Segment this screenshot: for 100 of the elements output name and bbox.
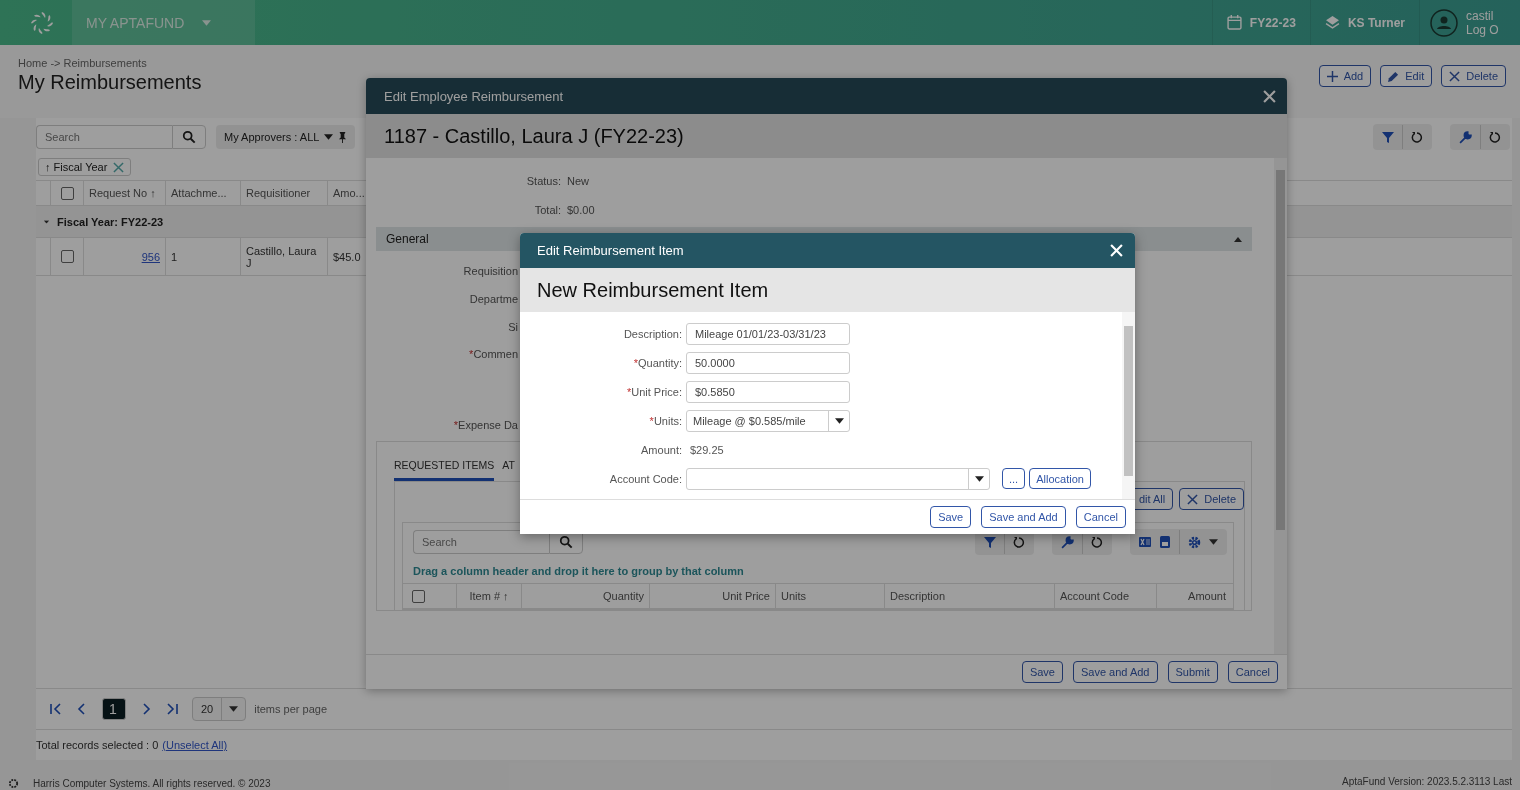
tab[interactable]: AT [502,455,515,481]
input-field[interactable]: 50.0000 [686,351,850,374]
page-size-select[interactable]: 20 [192,697,247,721]
scrollbar-thumb[interactable] [1276,170,1285,530]
field-label: *Commen [468,348,518,360]
select-field[interactable] [686,467,990,490]
calendar-icon [1226,15,1242,30]
field-label: Amount: [640,443,682,456]
column-header[interactable]: Request No ↑ [83,181,165,205]
caret-icon [229,706,239,712]
breadcrumb[interactable]: Home -> Reimbursements [18,57,202,69]
search-icon [559,535,573,549]
close-icon[interactable] [1110,244,1123,257]
search-button[interactable] [172,125,206,149]
copyright-text: Harris Computer Systems. All rights reserved. © 2023 [33,777,271,789]
expand-caret-icon[interactable] [43,219,50,224]
search-icon [182,130,196,144]
approvers-filter[interactable]: My Approvers : ALL [216,125,356,149]
page-button[interactable]: 1 [102,698,126,720]
dialog-heading: New Reimbursement Item [537,278,769,302]
dialog-button[interactable]: Cancel [1075,506,1126,528]
field-label: *Quantity: [632,356,682,369]
logout-link[interactable]: Log O [1466,22,1499,37]
add-button[interactable]: Add [1318,65,1372,87]
dialog-button[interactable]: Save and Add [981,506,1066,528]
pinwheel-logo-icon[interactable] [30,10,54,35]
pin-icon [338,131,348,143]
column-header[interactable]: Account Code [1054,584,1156,608]
scrollbar[interactable] [1122,312,1135,499]
caret-icon [202,19,212,26]
refresh-icon [1489,131,1501,143]
column-header[interactable]: Quantity [521,584,649,608]
field-label: Account Code: [608,472,682,485]
column-header[interactable]: Unit Price [649,584,775,608]
plus-icon [1326,70,1338,82]
group-label: Fiscal Year: FY22-23 [57,215,164,228]
caret-icon [834,417,844,424]
scrollbar-thumb[interactable] [1124,326,1133,476]
checkbox[interactable] [60,186,74,200]
dialog-button[interactable]: Save [1021,661,1063,683]
checkbox[interactable] [60,250,74,263]
search-field[interactable]: Search [36,125,172,149]
refresh-icon [1013,536,1025,548]
column-header[interactable]: Item # ↑ [456,584,521,608]
column-header[interactable]: Amount [1156,584,1231,608]
close-icon [1187,493,1199,505]
group-chip[interactable]: ↑ Fiscal Year [38,158,132,176]
request-link[interactable]: 956 [141,250,160,263]
field-label: Status: [525,174,561,187]
wrench-icon [1061,535,1074,549]
caret-icon [1209,539,1218,545]
unselect-all-link[interactable]: (Unselect All) [162,739,228,751]
field-label: *Units: [648,414,682,427]
filter-icon [984,536,996,548]
field-label: *Unit Price: [625,385,682,398]
caret-icon [324,134,334,140]
field-label: Departme [468,293,518,305]
dialog-button[interactable]: Save and Add [1073,661,1158,683]
table-cell: 1 [165,238,240,275]
first-page-icon[interactable] [50,703,62,715]
refresh-icon [1091,536,1103,548]
search-field[interactable]: Search [413,530,549,554]
user-avatar-icon[interactable] [1430,8,1458,37]
next-page-icon[interactable] [140,703,152,715]
browse-button[interactable]: ... [1002,468,1026,489]
table-cell: Castillo, Laura J [240,238,327,275]
dialog-button[interactable]: Save [930,506,972,528]
field-value: New [567,174,589,187]
column-header[interactable]: Attachme... [165,181,240,205]
column-header[interactable]: Description [884,584,1054,608]
input-field[interactable]: $0.5850 [686,380,850,403]
scrollbar[interactable] [1274,158,1287,654]
field-label: Total: [533,203,561,216]
close-icon [1449,70,1461,82]
wrench-icon [1459,130,1472,144]
field-label: Requisition [462,265,518,277]
allocation-button[interactable]: Allocation [1029,468,1091,489]
last-page-icon[interactable] [166,703,178,715]
column-header[interactable]: Requisitioner [240,181,327,205]
dialog-button[interactable]: Submit [1167,661,1218,683]
dialog-button[interactable]: Cancel [1227,661,1278,683]
edit-button[interactable]: Edit [1380,65,1433,87]
tab[interactable]: REQUESTED ITEMS [394,455,495,481]
field-label: Si [507,321,518,333]
select-field[interactable]: Mileage @ $0.585/mile [686,409,850,432]
filter-icon [1382,131,1394,143]
pencil-icon [1388,70,1400,82]
gear-icon [1188,535,1201,549]
column-header[interactable]: Units [775,584,884,608]
delete-button[interactable]: Delete [1441,65,1506,87]
group-hint: Drag a column header and drop it here to group by that column [413,564,745,579]
field-value: $29.25 [689,443,724,456]
field-value: $0.00 [567,203,595,216]
version-text: AptaFund Version: 2023.5.2.3113 Last [1342,776,1512,789]
field-label: Description: [622,327,682,340]
input-field[interactable]: Mileage 01/01/23-03/31/23 [686,322,850,345]
previous-page-icon[interactable] [76,703,88,715]
delete-button[interactable]: Delete [1179,488,1244,510]
checkbox[interactable] [412,589,425,603]
close-icon[interactable] [1263,89,1276,103]
